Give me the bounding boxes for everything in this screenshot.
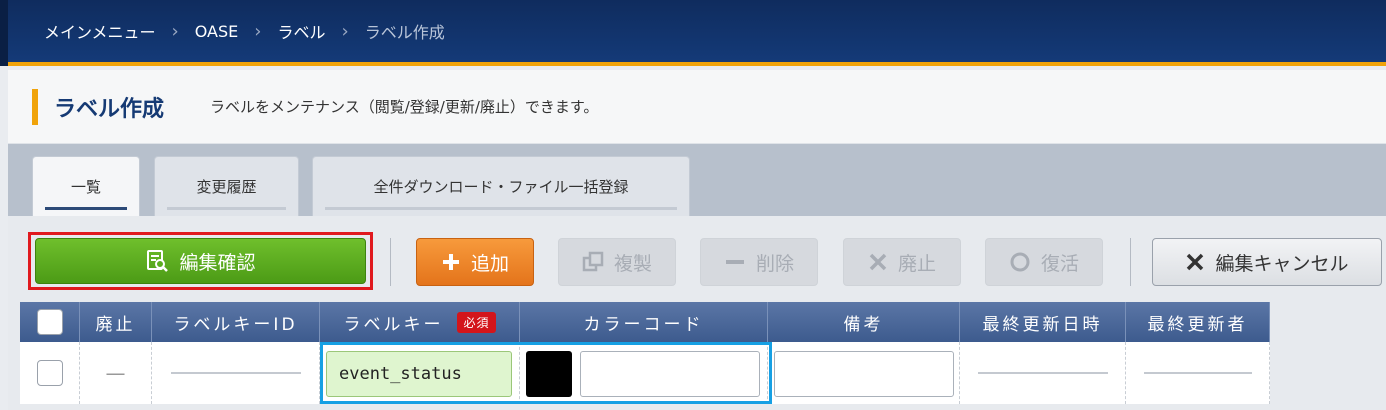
empty-value-dash — [170, 372, 301, 374]
close-icon — [1185, 252, 1205, 272]
breadcrumb-separator-icon: › — [254, 20, 262, 42]
header-label-key-id[interactable]: ラベルキーID — [152, 302, 320, 342]
discard-label: 廃止 — [897, 252, 936, 275]
tab-label: 全件ダウンロード・ファイル一括登録 — [373, 178, 629, 196]
tab-label: 変更履歴 — [196, 178, 257, 196]
row-label-key-id-cell — [152, 342, 320, 404]
delete-button[interactable]: 削除 — [700, 238, 818, 286]
tab-underline — [325, 207, 677, 210]
toolbar-divider — [1130, 238, 1131, 286]
breadcrumb-main-menu[interactable]: メインメニュー — [44, 19, 156, 43]
minus-icon — [724, 251, 746, 273]
page-title-band: ラベル作成 ラベルをメンテナンス（閲覧/登録/更新/廃止）できます。 — [8, 70, 1386, 144]
restore-label: 復活 — [1040, 252, 1079, 275]
header-select-all — [20, 302, 80, 342]
edit-cancel-label: 編集キャンセル — [1215, 252, 1349, 275]
empty-value-dash — [977, 372, 1108, 374]
header-color-code[interactable]: カラーコード — [520, 302, 768, 342]
breadcrumb-label[interactable]: ラベル — [277, 19, 325, 43]
confirm-highlight-frame: 編集確認 — [28, 232, 373, 290]
input-highlight-frame — [320, 342, 772, 404]
tab-list[interactable]: 一覧 — [32, 156, 140, 216]
page-title: ラベル作成 — [54, 96, 165, 122]
edit-confirm-label: 編集確認 — [179, 251, 256, 274]
remarks-input[interactable] — [774, 351, 954, 397]
circle-icon — [1009, 251, 1031, 273]
table-header-row: 廃止 ラベルキーID ラベルキー 必須 カラーコード 備考 最終更新日時 最終更… — [20, 302, 1270, 342]
title-accent-bar — [32, 88, 38, 125]
breadcrumb-separator-icon: › — [341, 20, 349, 42]
required-badge: 必須 — [457, 311, 496, 333]
close-icon — [868, 252, 888, 272]
row-checkbox[interactable] — [36, 360, 63, 386]
main-content: 編集確認 追加 複製 削除 廃止 復活 編集キャンセル 廃止 ラベルキーID ラ… — [8, 216, 1386, 410]
duplicate-icon — [582, 251, 604, 273]
window-edge — [0, 0, 8, 66]
duplicate-label: 複製 — [613, 252, 652, 275]
tab-download-bulk-register[interactable]: 全件ダウンロード・ファイル一括登録 — [312, 156, 690, 216]
plus-icon — [441, 252, 461, 272]
header-updated-by[interactable]: 最終更新者 — [1126, 302, 1270, 342]
breadcrumb-separator-icon: › — [171, 20, 179, 42]
row-remarks-cell — [768, 342, 960, 404]
top-navigation-bar: メインメニュー › OASE › ラベル › ラベル作成 — [0, 0, 1386, 66]
tab-label: 一覧 — [70, 178, 101, 196]
document-search-icon — [145, 249, 169, 273]
breadcrumb-current: ラベル作成 — [364, 23, 445, 42]
row-updated-by-cell — [1126, 342, 1270, 404]
breadcrumb-oase[interactable]: OASE — [195, 22, 239, 41]
row-select-cell — [20, 342, 80, 404]
restore-button[interactable]: 復活 — [985, 238, 1103, 286]
select-all-checkbox[interactable] — [36, 309, 63, 335]
edit-confirm-button[interactable]: 編集確認 — [35, 238, 366, 284]
row-discard-cell: — — [80, 342, 152, 404]
duplicate-button[interactable]: 複製 — [558, 238, 676, 286]
page-description: ラベルをメンテナンス（閲覧/登録/更新/廃止）できます。 — [210, 98, 599, 116]
header-label-key-text: ラベルキー — [343, 314, 444, 335]
tab-underline — [45, 207, 127, 210]
edit-cancel-button[interactable]: 編集キャンセル — [1152, 238, 1382, 286]
tab-underline — [167, 207, 286, 210]
add-button[interactable]: 追加 — [416, 238, 534, 286]
tab-change-history[interactable]: 変更履歴 — [154, 156, 299, 216]
tab-bar: 一覧 変更履歴 全件ダウンロード・ファイル一括登録 — [8, 144, 1386, 216]
delete-label: 削除 — [755, 252, 794, 275]
toolbar-divider — [390, 238, 391, 286]
empty-value-dash — [1143, 372, 1252, 374]
row-updated-at-cell — [960, 342, 1126, 404]
add-label: 追加 — [470, 252, 509, 275]
header-remarks[interactable]: 備考 — [768, 302, 960, 342]
header-discard[interactable]: 廃止 — [80, 302, 152, 342]
discard-button[interactable]: 廃止 — [843, 238, 961, 286]
header-updated-at[interactable]: 最終更新日時 — [960, 302, 1126, 342]
header-label-key[interactable]: ラベルキー 必須 — [320, 302, 520, 342]
